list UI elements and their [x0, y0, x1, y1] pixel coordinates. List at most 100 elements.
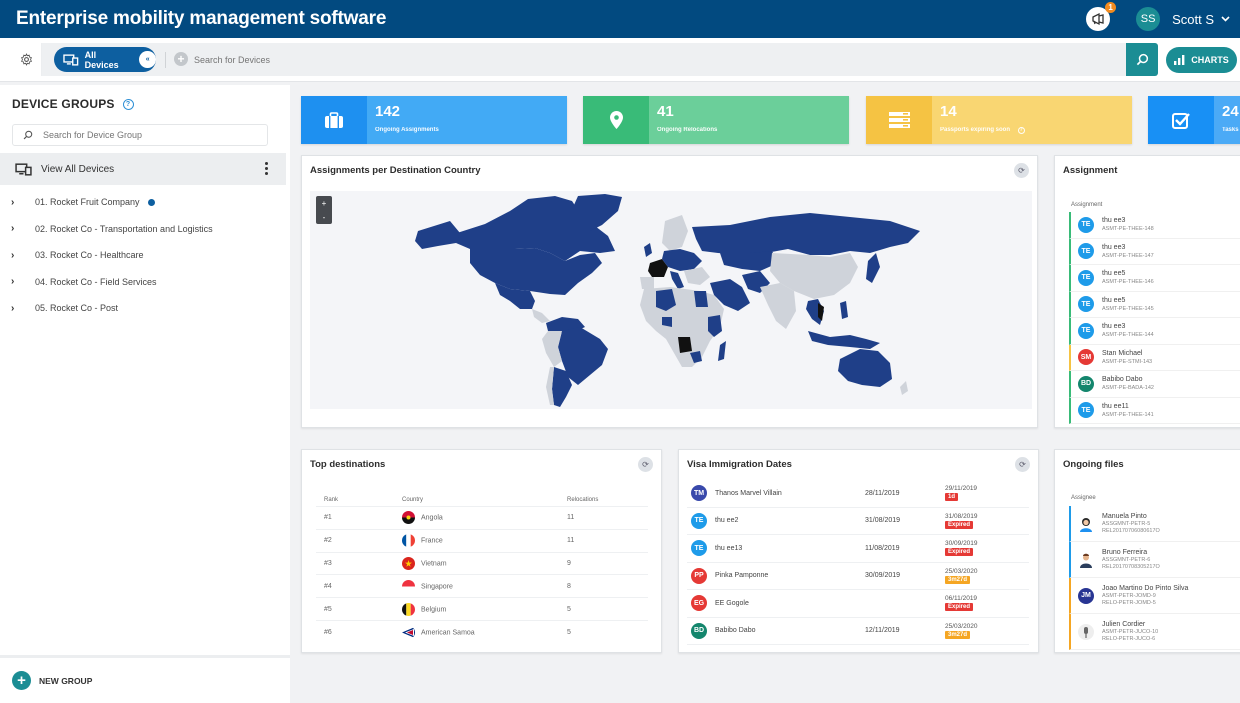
person-name: Pinka Pamponne — [715, 572, 769, 580]
country-indonesia[interactable] — [808, 331, 880, 349]
group-search-input[interactable] — [43, 130, 243, 140]
table-row[interactable]: #4 Singapore 8 — [316, 574, 648, 598]
kpi-value: 14 — [940, 103, 957, 120]
chevron-right-icon[interactable]: › — [11, 250, 25, 261]
megaphone-icon — [1092, 12, 1104, 26]
devices-icon — [63, 53, 79, 66]
country-egypt[interactable] — [694, 291, 708, 307]
refresh-icon[interactable]: ⟳ — [638, 457, 653, 472]
chevron-right-icon[interactable]: › — [11, 197, 25, 208]
avatar: TE — [691, 512, 707, 529]
settings-button[interactable] — [12, 43, 42, 76]
chevron-right-icon[interactable]: › — [11, 276, 25, 287]
refresh-icon[interactable]: ⟳ — [1014, 163, 1029, 178]
list-item[interactable]: TE thu ee3 ASMT-PE-THEE-144 — [1069, 318, 1240, 345]
country-germany-central-europe[interactable] — [662, 249, 702, 271]
list-item[interactable]: TE thu ee11 ASMT-PE-THEE-141 — [1069, 397, 1240, 424]
kpi-ongoing-assignments[interactable]: 142 Ongoing Assignments — [301, 96, 567, 144]
assignee-name: thu ee3 — [1102, 243, 1126, 251]
table-row[interactable]: #6 American Samoa 5 — [316, 619, 648, 644]
kpi-ongoing-relocations[interactable]: 41 Ongoing Relocations — [583, 96, 849, 144]
country-philippines[interactable] — [840, 301, 848, 319]
visa-date: 11/08/2019 — [865, 544, 900, 552]
list-item[interactable]: SM Stan Michael ASMT-PE-STMI-143 — [1069, 344, 1240, 371]
country-cell: American Samoa — [394, 619, 559, 644]
notification-badge: 1 — [1105, 2, 1117, 13]
country-name: American Samoa — [421, 628, 475, 636]
sidebar-title: DEVICE GROUPS ? — [12, 97, 134, 111]
avatar: BD — [691, 622, 707, 639]
all-devices-filter[interactable]: All Devices « — [54, 47, 156, 72]
file-text: Joao Martino Do Pinto Silva ASMT-PETR-JOM… — [1102, 585, 1188, 606]
collapse-badge[interactable]: « — [139, 51, 156, 68]
checkbox-icon — [1148, 96, 1214, 144]
view-all-devices[interactable]: View All Devices — [0, 153, 286, 185]
country-italy[interactable] — [670, 271, 684, 289]
announcements-button[interactable]: 1 — [1086, 2, 1117, 31]
list-item[interactable]: JM Joao Martino Do Pinto Silva ASMT-PETR-J… — [1069, 578, 1240, 614]
refresh-icon[interactable]: ⟳ — [1015, 457, 1030, 472]
zoom-out-button[interactable]: - — [323, 213, 326, 222]
list-item[interactable]: Bruno Ferreira ASSGMNT-PETR-6 REL201707083… — [1069, 542, 1240, 578]
kpi-tasks[interactable]: 24 Tasks — [1148, 96, 1240, 144]
new-group-button[interactable]: + NEW GROUP — [0, 655, 290, 703]
country-usa[interactable] — [470, 248, 602, 295]
list-item[interactable]: TE thu ee5 ASMT-PE-THEE-145 — [1069, 291, 1240, 318]
col-rank: Rank — [324, 497, 339, 503]
chevron-right-icon[interactable]: › — [11, 223, 25, 234]
table-row[interactable]: #2 France 11 — [316, 528, 648, 553]
country-uk[interactable] — [644, 243, 652, 257]
info-icon[interactable]: ? — [1017, 127, 1025, 134]
charts-button[interactable]: CHARTS — [1166, 47, 1237, 73]
world-map[interactable]: + - — [310, 191, 1032, 409]
add-filter-icon[interactable]: + — [174, 52, 188, 66]
group-item[interactable]: › 05. Rocket Co - Post — [0, 295, 286, 322]
file-text: Manuela Pinto ASSGMNT-PETR-5 REL2017070608… — [1102, 513, 1160, 534]
list-item[interactable]: TE thu ee5 ASMT-PE-THEE-146 — [1069, 265, 1240, 292]
table-row[interactable]: #3 Vietnam 9 — [316, 551, 648, 575]
plus-icon: + — [12, 671, 31, 690]
avatar: TE — [1078, 269, 1094, 286]
list-item[interactable]: BD Babibo Dabo 12/11/2019 25/03/2020 3m27d — [687, 618, 1029, 645]
kpi-passports-expiring[interactable]: 14 Passports expiring soon ? — [866, 96, 1132, 144]
country-angola[interactable] — [678, 337, 692, 353]
more-options-icon[interactable] — [265, 162, 268, 175]
list-item[interactable]: EG EE Gogole 06/11/2019 Expired — [687, 590, 1029, 618]
assignee-name: thu ee5 — [1102, 296, 1126, 304]
country-japan[interactable] — [866, 253, 880, 283]
search-button[interactable] — [1126, 43, 1158, 76]
status-badge: 3m27d — [945, 575, 971, 584]
country-madagascar[interactable] — [718, 341, 726, 361]
list-item[interactable]: Manuela Pinto ASSGMNT-PETR-5 REL2017070608… — [1069, 506, 1240, 542]
list-item[interactable]: TE thu ee13 11/08/2019 30/09/2019 Expired — [687, 535, 1029, 563]
group-item[interactable]: › 02. Rocket Co - Transportation and Log… — [0, 216, 286, 243]
list-item[interactable]: TE thu ee2 31/08/2019 31/08/2019 Expired — [687, 508, 1029, 535]
country-alaska[interactable] — [415, 221, 460, 249]
destinations-table: Rank Country Relocations #1 Angola 11 #2 Fra… — [316, 494, 648, 644]
list-item[interactable]: TE thu ee3 ASMT-PE-THEE-147 — [1069, 238, 1240, 265]
list-item[interactable]: BD Babibo Dabo ASMT-PE-BADA-142 — [1069, 371, 1240, 398]
user-name[interactable]: Scott S — [1172, 12, 1214, 27]
list-item[interactable]: TM Thanos Marvel Villain 28/11/2019 29/11/2… — [687, 480, 1029, 508]
chevron-down-icon[interactable] — [1221, 13, 1230, 25]
table-row[interactable]: #1 Angola 11 — [316, 506, 648, 530]
assignee-name: Julien Cordier — [1102, 621, 1146, 628]
group-item[interactable]: › 03. Rocket Co - Healthcare — [0, 242, 286, 269]
zoom-in-button[interactable]: + — [322, 199, 327, 208]
relocations-cell: 5 — [559, 619, 648, 644]
group-label: 02. Rocket Co - Transportation and Logis… — [35, 223, 213, 234]
device-search-input[interactable] — [194, 47, 1094, 72]
country-kazakhstan[interactable] — [720, 251, 778, 271]
country-russia[interactable] — [692, 213, 920, 255]
list-item[interactable]: TE thu ee3 ASMT-PE-THEE-148 — [1069, 212, 1240, 239]
assignee-name: Manuela Pinto — [1102, 513, 1147, 520]
user-avatar[interactable]: SS — [1136, 7, 1161, 31]
group-item[interactable]: › 01. Rocket Fruit Company — [0, 189, 286, 216]
group-item[interactable]: › 04. Rocket Co - Field Services — [0, 269, 286, 296]
country-australia[interactable] — [838, 349, 892, 387]
list-item[interactable]: PP Pinka Pamponne 30/09/2019 25/03/2020 3m27… — [687, 563, 1029, 590]
table-row[interactable]: #5 Belgium 5 — [316, 597, 648, 621]
list-item[interactable]: Julien Cordier ASMT-PETR-JUCO-10 RELO-PETR… — [1069, 614, 1240, 650]
chevron-right-icon[interactable]: › — [11, 303, 25, 314]
help-icon[interactable]: ? — [122, 98, 134, 110]
